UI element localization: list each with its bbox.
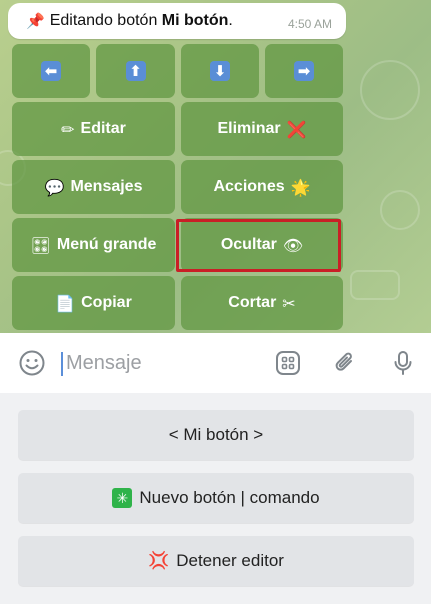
reply-keyboard: < Mi botón > ✳ Nuevo botón | comando 💢 D… [0,393,431,604]
move-left-button[interactable]: ⬅ [12,44,90,98]
arrow-down-icon: ⬇ [210,61,230,81]
big-menu-button-label: Menú grande [56,236,157,253]
emoji-icon[interactable] [17,348,47,378]
message-time: 4:50 AM [287,17,332,31]
anger-symbol-icon: 💢 [148,551,170,571]
arrow-left-icon: ⬅ [41,61,61,81]
microphone-icon[interactable] [388,348,418,378]
arrow-up-icon: ⬆ [125,61,146,81]
new-button-reply[interactable]: ✳ Nuevo botón | comando [18,473,414,523]
actions-button[interactable]: Acciones 🌟 [181,160,343,214]
scissors-icon: ✂ [282,293,296,313]
text-cursor [61,352,63,376]
chat-area: 📌 Editando botón Mi botón. 4:50 AM ⬅ ⬆ ⬇… [0,0,431,333]
move-up-button[interactable]: ⬆ [96,44,175,98]
delete-button[interactable]: Eliminar ❌ [181,102,343,156]
my-button-reply-label: < Mi botón > [168,425,264,444]
big-menu-button[interactable]: 🎛 Menú grande [12,218,175,272]
messages-button[interactable]: 💬 Mensajes [12,160,175,214]
copy-button[interactable]: 📄 Copiar [12,276,175,330]
hide-button[interactable]: Ocultar 👁 [181,218,343,272]
page-icon: 📄 [55,293,76,313]
move-right-button[interactable]: ➡ [265,44,343,98]
my-button-reply[interactable]: < Mi botón > [18,410,414,460]
bot-keyboard-icon[interactable] [273,348,303,378]
sparkle-icon: ✳ [112,488,133,508]
delete-button-label: Eliminar [217,120,281,137]
hide-button-label: Ocultar [220,236,277,253]
cut-button[interactable]: Cortar ✂ [181,276,343,330]
message-input[interactable]: Mensaje [66,352,142,375]
stop-editor-reply[interactable]: 💢 Detener editor [18,536,414,586]
cut-button-label: Cortar [228,294,277,311]
message-input-bar: Mensaje [0,333,431,393]
glowing-star-icon: 🌟 [290,177,311,197]
move-down-button[interactable]: ⬇ [181,44,259,98]
messages-button-label: Mensajes [70,178,143,195]
message-bubble: 📌 Editando botón Mi botón. 4:50 AM [8,3,346,39]
message-button-name: Mi botón [161,12,229,29]
edit-button-label: Editar [80,120,126,137]
attach-icon[interactable] [330,348,360,378]
pushpin-icon: 📌 [26,13,45,30]
control-knobs-icon: 🎛 [30,235,51,255]
eye-icon: 👁 [282,235,304,255]
pencil-icon: ✏ [61,119,75,139]
edit-button[interactable]: ✏ Editar [12,102,175,156]
speech-bubble-icon: 💬 [44,177,65,197]
new-button-reply-label: Nuevo botón | comando [139,488,320,507]
actions-button-label: Acciones [213,178,285,195]
arrow-right-icon: ➡ [294,61,314,81]
cross-mark-icon: ❌ [286,119,307,139]
copy-button-label: Copiar [81,294,132,311]
message-text: Editando botón Mi botón. [49,12,233,29]
stop-editor-reply-label: Detener editor [176,551,284,570]
